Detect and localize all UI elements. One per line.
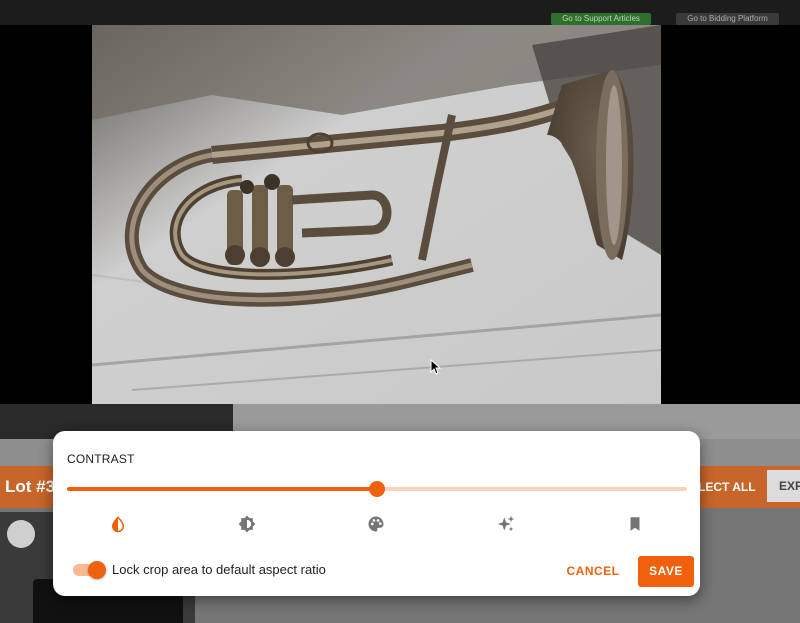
bidding-platform-link[interactable]: Go to Bidding Platform: [676, 13, 779, 25]
lot-label: Lot #3: [5, 477, 56, 496]
edited-photo: [92, 25, 661, 404]
lock-aspect-toggle[interactable]: [73, 561, 106, 579]
slider-fill: [67, 487, 377, 491]
select-circle[interactable]: [7, 520, 35, 548]
adjustment-panel: CONTRAST Lock crop area to default aspec…: [53, 431, 700, 596]
slider-thumb[interactable]: [369, 481, 385, 497]
export-button[interactable]: EXP: [767, 470, 800, 502]
contrast-tool-button[interactable]: [106, 512, 130, 536]
bookmark-tool-button[interactable]: [623, 512, 647, 536]
contrast-icon: [111, 516, 125, 533]
brightness-tool-button[interactable]: [235, 512, 259, 536]
palette-icon: [368, 516, 384, 532]
select-all-button[interactable]: LECT ALL: [698, 480, 756, 494]
lock-aspect-label: Lock crop area to default aspect ratio: [112, 562, 326, 577]
mouse-cursor-icon: [430, 359, 442, 375]
panel-title: CONTRAST: [67, 452, 135, 466]
save-button[interactable]: SAVE: [638, 556, 694, 587]
photo-editor-screen: Go to Support Articles Go to Bidding Pla…: [0, 0, 800, 623]
contrast-slider[interactable]: [67, 480, 687, 498]
toggle-knob: [88, 561, 106, 579]
auto-enhance-tool-button[interactable]: [494, 512, 518, 536]
image-stage: [0, 25, 800, 404]
bookmark-icon: [630, 517, 640, 531]
top-bar: Go to Support Articles Go to Bidding Pla…: [0, 0, 800, 25]
support-articles-link[interactable]: Go to Support Articles: [551, 13, 651, 25]
tool-icon-bar: [53, 512, 700, 536]
cancel-button[interactable]: CANCEL: [563, 559, 623, 583]
brightness-icon: [238, 515, 256, 533]
auto-enhance-icon: [497, 515, 515, 532]
color-tool-button[interactable]: [364, 512, 388, 536]
